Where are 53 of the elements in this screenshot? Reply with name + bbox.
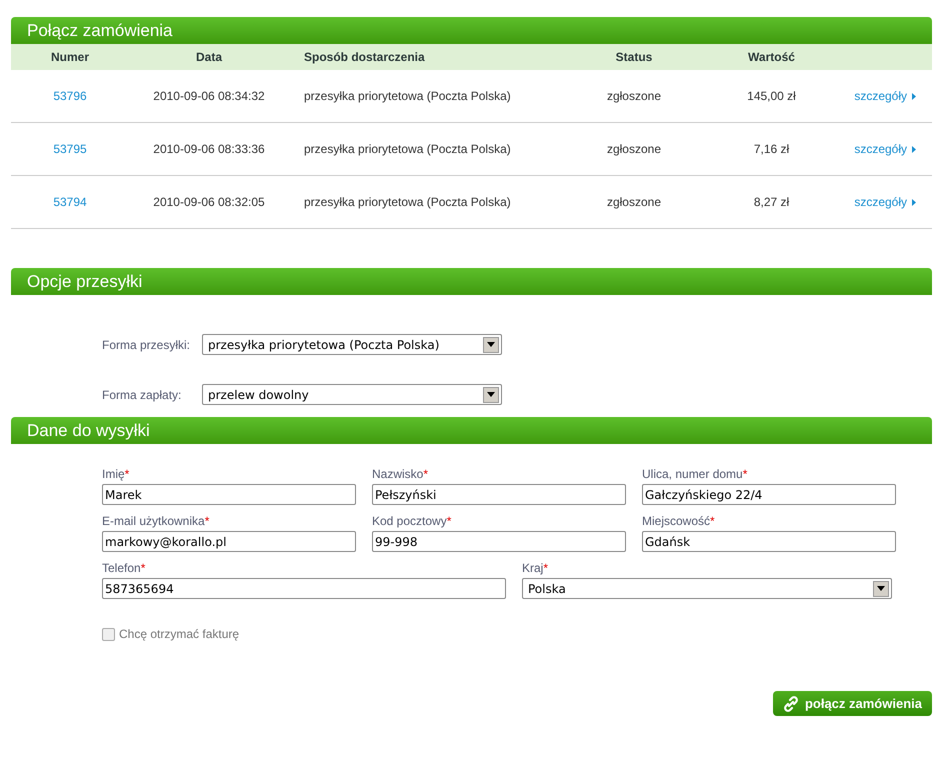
caret-icon (912, 146, 916, 152)
order-number-link[interactable]: 53794 (53, 195, 87, 209)
checkbox-label: Chcę otrzymać fakturę (119, 626, 240, 643)
field-label: Kod pocztowy* (372, 513, 452, 530)
field-label: Kraj* (522, 560, 550, 577)
column-header: Numer (50, 49, 90, 66)
order-number-link[interactable]: 53796 (53, 89, 87, 103)
column-header: Status (614, 49, 654, 66)
input-field[interactable]: Gałczyńskiego 22/4 (642, 484, 896, 505)
dropdown[interactable]: przelew dowolny (202, 384, 502, 405)
merge-orders-button[interactable]: połącz zamówienia (772, 691, 932, 716)
input-field[interactable]: 587365694 (102, 578, 506, 599)
table-cell-text: 2010-09-06 08:32:05 (152, 194, 266, 211)
table-cell-text: przesyłka priorytetowa (Poczta Polska) (303, 88, 512, 105)
table-cell-text: przesyłka priorytetowa (Poczta Polska) (303, 194, 512, 211)
column-header: Data (194, 49, 224, 66)
field-label: Imię* (102, 466, 130, 483)
details-link[interactable]: szczegóły (854, 193, 916, 211)
table-cell-text: przesyłka priorytetowa (Poczta Polska) (303, 141, 512, 158)
table-cell-text: 2010-09-06 08:33:36 (152, 141, 266, 158)
caret-icon (912, 198, 916, 206)
table-cell-text: 8,27 zł (752, 194, 790, 211)
dropdown[interactable]: przesyłka priorytetowa (Poczta Polska) (202, 334, 502, 355)
details-link[interactable]: szczegóły (854, 87, 916, 105)
link-icon (782, 696, 799, 712)
field-label: Forma przesyłki: (102, 336, 192, 354)
table-cell-text: zgłoszone (606, 88, 662, 105)
field-label: Forma zapłaty: (102, 386, 182, 404)
section-header: Dane do wysyłki (11, 417, 932, 444)
column-header: Sposób dostarczenia (303, 49, 426, 66)
table-cell-text: zgłoszone (606, 194, 662, 211)
field-label: Telefon* (102, 560, 146, 577)
table-cell-text: 7,16 zł (752, 141, 790, 158)
input-field[interactable]: Gdańsk (642, 531, 896, 552)
order-number-link[interactable]: 53795 (53, 142, 87, 156)
table-cell-text: zgłoszone (606, 141, 662, 158)
section-header: Opcje przesyłki (11, 268, 932, 295)
invoice-checkbox[interactable] (102, 628, 115, 640)
field-label: E-mail użytkownika* (102, 513, 210, 530)
details-link[interactable]: szczegóły (854, 140, 916, 158)
input-field[interactable]: Pełszyński (372, 484, 626, 505)
column-header: Wartość (747, 49, 796, 66)
table-cell-text: 145,00 zł (746, 88, 797, 105)
dropdown[interactable]: Polska (522, 578, 892, 599)
field-label: Ulica, numer domu* (642, 466, 748, 483)
field-label: Nazwisko* (372, 466, 430, 483)
caret-icon (912, 92, 916, 100)
input-field[interactable]: markowy@korallo.pl (102, 531, 356, 552)
table-cell-text: 2010-09-06 08:34:32 (152, 88, 266, 105)
field-label: Miejscowość* (642, 513, 716, 530)
section-header: Połącz zamówienia (11, 17, 932, 44)
input-field[interactable]: 99-998 (372, 531, 626, 552)
input-field[interactable]: Marek (102, 484, 356, 505)
